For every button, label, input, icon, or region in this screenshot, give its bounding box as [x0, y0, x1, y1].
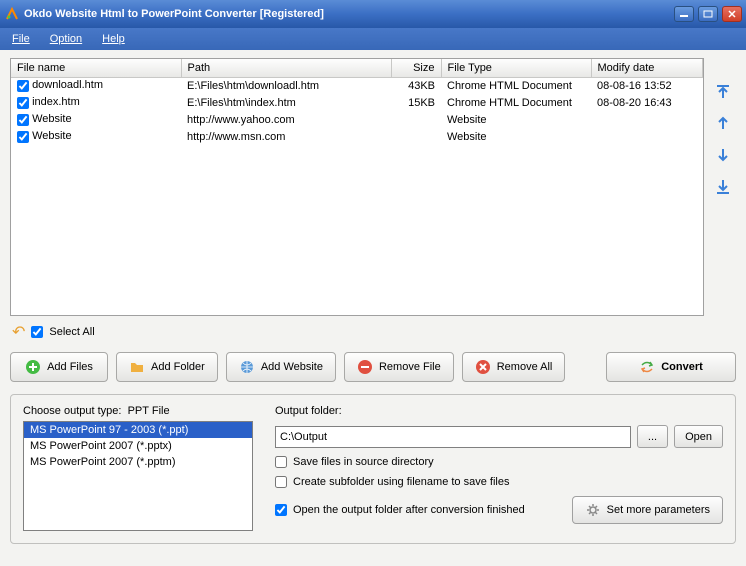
header-path[interactable]: Path: [181, 59, 391, 77]
menu-help[interactable]: Help: [96, 31, 131, 47]
maximize-button[interactable]: [698, 6, 718, 22]
row-name: index.htm: [32, 96, 80, 108]
row-name: Website: [32, 113, 72, 125]
plus-icon: [25, 359, 41, 375]
output-type-option[interactable]: MS PowerPoint 97 - 2003 (*.ppt): [24, 422, 252, 438]
add-folder-button[interactable]: Add Folder: [116, 352, 218, 382]
row-checkbox[interactable]: [17, 80, 29, 92]
row-name: Website: [32, 130, 72, 142]
select-all-checkbox[interactable]: [31, 326, 43, 338]
header-size[interactable]: Size: [391, 59, 441, 77]
menubar: File Option Help: [0, 28, 746, 50]
add-files-button[interactable]: Add Files: [10, 352, 108, 382]
gear-icon: [585, 502, 601, 518]
output-type-option[interactable]: MS PowerPoint 2007 (*.pptm): [24, 454, 252, 470]
file-table[interactable]: File name Path Size File Type Modify dat…: [10, 58, 704, 316]
row-checkbox[interactable]: [17, 97, 29, 109]
menu-file[interactable]: File: [6, 31, 36, 47]
table-row[interactable]: Website http://www.msn.com Website: [11, 128, 703, 145]
row-checkbox[interactable]: [17, 114, 29, 126]
up-folder-icon[interactable]: ↶: [12, 322, 25, 342]
remove-file-button[interactable]: Remove File: [344, 352, 454, 382]
convert-icon: [639, 359, 655, 375]
output-type-list[interactable]: MS PowerPoint 97 - 2003 (*.ppt)MS PowerP…: [23, 421, 253, 531]
output-folder-label: Output folder:: [275, 405, 723, 417]
table-row[interactable]: Website http://www.yahoo.com Website: [11, 111, 703, 128]
x-icon: [475, 359, 491, 375]
row-size: 43KB: [391, 77, 441, 94]
open-after-checkbox[interactable]: [275, 504, 287, 516]
row-size: 15KB: [391, 94, 441, 111]
more-params-button[interactable]: Set more parameters: [572, 496, 723, 524]
header-filename[interactable]: File name: [11, 59, 181, 77]
row-date: 08-08-16 13:52: [591, 77, 703, 94]
subfolder-checkbox[interactable]: [275, 476, 287, 488]
move-up-button[interactable]: [712, 112, 734, 134]
menu-option[interactable]: Option: [44, 31, 88, 47]
row-date: 08-08-20 16:43: [591, 94, 703, 111]
move-bottom-button[interactable]: [712, 176, 734, 198]
move-down-button[interactable]: [712, 144, 734, 166]
open-folder-button[interactable]: Open: [674, 425, 723, 448]
row-name: downloadl.htm: [32, 79, 103, 91]
output-folder-input[interactable]: [275, 426, 631, 448]
browse-button[interactable]: ...: [637, 425, 668, 448]
subfolder-label: Create subfolder using filename to save …: [293, 476, 509, 488]
header-date[interactable]: Modify date: [591, 59, 703, 77]
row-path: http://www.msn.com: [181, 128, 391, 145]
output-type-label: Choose output type: PPT File: [23, 405, 255, 417]
row-size: [391, 111, 441, 128]
close-button[interactable]: [722, 6, 742, 22]
window-title: Okdo Website Html to PowerPoint Converte…: [24, 8, 674, 20]
app-icon: [4, 6, 20, 22]
row-checkbox[interactable]: [17, 131, 29, 143]
select-all-label: Select All: [49, 326, 94, 338]
convert-button[interactable]: Convert: [606, 352, 736, 382]
row-type: Chrome HTML Document: [441, 94, 591, 111]
minus-icon: [357, 359, 373, 375]
row-type: Website: [441, 111, 591, 128]
add-website-button[interactable]: Add Website: [226, 352, 336, 382]
save-source-checkbox[interactable]: [275, 456, 287, 468]
row-size: [391, 128, 441, 145]
move-top-button[interactable]: [712, 80, 734, 102]
globe-icon: [239, 359, 255, 375]
remove-all-button[interactable]: Remove All: [462, 352, 566, 382]
titlebar: Okdo Website Html to PowerPoint Converte…: [0, 0, 746, 28]
row-date: [591, 128, 703, 145]
open-after-label: Open the output folder after conversion …: [293, 504, 525, 516]
row-type: Website: [441, 128, 591, 145]
row-type: Chrome HTML Document: [441, 77, 591, 94]
table-row[interactable]: index.htm E:\Files\htm\index.htm15KBChrom…: [11, 94, 703, 111]
table-row[interactable]: downloadl.htm E:\Files\htm\downloadl.htm4…: [11, 77, 703, 94]
row-path: E:\Files\htm\index.htm: [181, 94, 391, 111]
row-path: E:\Files\htm\downloadl.htm: [181, 77, 391, 94]
header-type[interactable]: File Type: [441, 59, 591, 77]
row-date: [591, 111, 703, 128]
output-type-option[interactable]: MS PowerPoint 2007 (*.pptx): [24, 438, 252, 454]
minimize-button[interactable]: [674, 6, 694, 22]
save-source-label: Save files in source directory: [293, 456, 434, 468]
folder-icon: [129, 359, 145, 375]
row-path: http://www.yahoo.com: [181, 111, 391, 128]
